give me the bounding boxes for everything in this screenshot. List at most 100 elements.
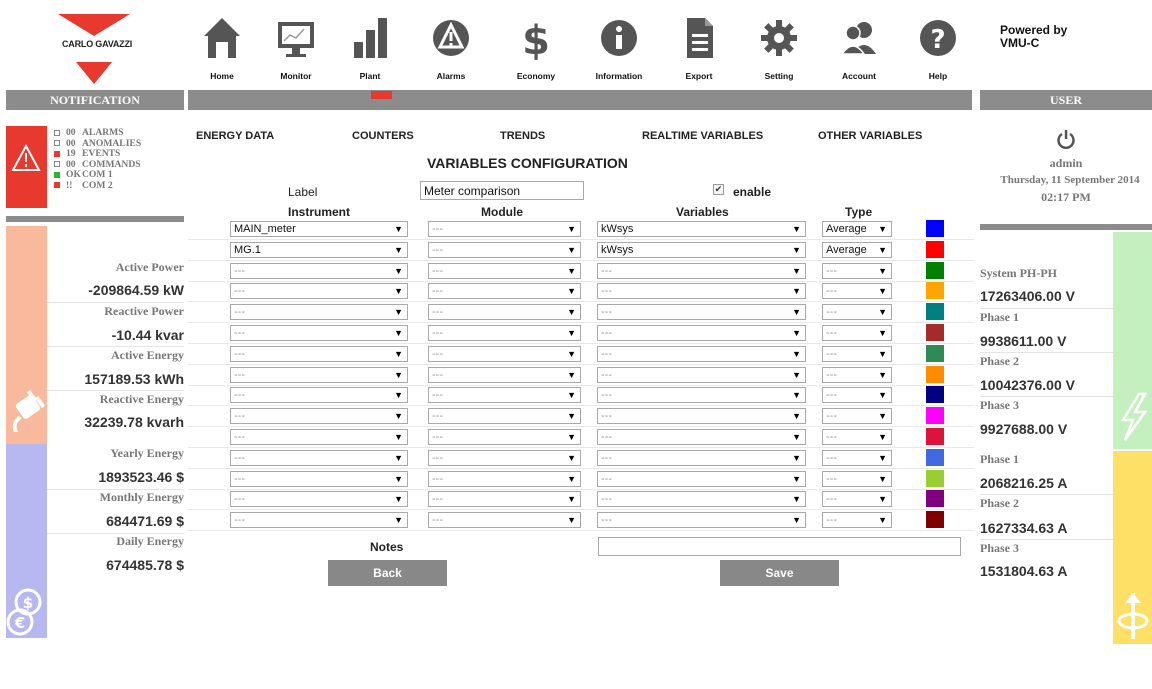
notification-label[interactable]: ALARMS: [82, 127, 124, 138]
instrument-select[interactable]: --- ▼: [230, 450, 408, 466]
variable-select[interactable]: --- ▼: [597, 491, 806, 507]
type-select[interactable]: --- ▼: [822, 471, 892, 487]
nav-plant[interactable]: Plant: [340, 10, 400, 86]
nav-account[interactable]: Account: [829, 10, 889, 86]
color-swatch[interactable]: [926, 220, 944, 237]
instrument-select[interactable]: --- ▼: [230, 471, 408, 487]
instrument-select[interactable]: --- ▼: [230, 263, 408, 279]
variable-select[interactable]: --- ▼: [597, 408, 806, 424]
instrument-select[interactable]: --- ▼: [230, 304, 408, 320]
type-select[interactable]: Average ▼: [822, 221, 892, 237]
back-button[interactable]: Back: [328, 560, 447, 586]
tab-realtime-variables[interactable]: REALTIME VARIABLES: [642, 130, 763, 142]
variable-select[interactable]: --- ▼: [597, 429, 806, 445]
nav-alarms[interactable]: Alarms: [421, 10, 481, 86]
module-select[interactable]: --- ▼: [428, 471, 581, 487]
module-select[interactable]: --- ▼: [428, 283, 581, 299]
menu-toggle-tab[interactable]: [371, 91, 392, 99]
module-select[interactable]: --- ▼: [428, 387, 581, 403]
instrument-select[interactable]: --- ▼: [230, 512, 408, 528]
variable-select[interactable]: --- ▼: [597, 450, 806, 466]
tab-trends[interactable]: TRENDS: [500, 130, 545, 142]
module-select[interactable]: --- ▼: [428, 242, 581, 258]
nav-help[interactable]: ? Help: [908, 10, 968, 86]
color-swatch[interactable]: [926, 407, 944, 424]
type-select[interactable]: --- ▼: [822, 450, 892, 466]
nav-economy[interactable]: $ Economy: [506, 10, 566, 86]
type-select[interactable]: Average ▼: [822, 242, 892, 258]
variable-select[interactable]: --- ▼: [597, 387, 806, 403]
type-select[interactable]: --- ▼: [822, 367, 892, 383]
module-select[interactable]: --- ▼: [428, 512, 581, 528]
nav-monitor[interactable]: Monitor: [266, 10, 326, 86]
instrument-select[interactable]: --- ▼: [230, 325, 408, 341]
nav-information[interactable]: Information: [589, 10, 649, 86]
module-select[interactable]: --- ▼: [428, 263, 581, 279]
instrument-select[interactable]: --- ▼: [230, 346, 408, 362]
power-icon[interactable]: [1056, 129, 1076, 149]
module-select[interactable]: --- ▼: [428, 304, 581, 320]
instrument-select[interactable]: --- ▼: [230, 367, 408, 383]
type-select[interactable]: --- ▼: [822, 304, 892, 320]
variable-select[interactable]: --- ▼: [597, 283, 806, 299]
variable-select[interactable]: --- ▼: [597, 304, 806, 320]
color-swatch[interactable]: [926, 511, 944, 528]
color-swatch[interactable]: [926, 386, 944, 403]
tab-other-variables[interactable]: OTHER VARIABLES: [818, 130, 922, 142]
module-select[interactable]: --- ▼: [428, 346, 581, 362]
variable-select[interactable]: --- ▼: [597, 367, 806, 383]
enable-checkbox[interactable]: ✔: [713, 184, 724, 195]
color-swatch[interactable]: [926, 282, 944, 299]
type-select[interactable]: --- ▼: [822, 408, 892, 424]
instrument-select[interactable]: --- ▼: [230, 387, 408, 403]
notification-label[interactable]: EVENTS: [82, 148, 120, 159]
type-select[interactable]: --- ▼: [822, 283, 892, 299]
nav-export[interactable]: Export: [669, 10, 729, 86]
color-swatch[interactable]: [926, 470, 944, 487]
type-select[interactable]: --- ▼: [822, 387, 892, 403]
tab-counters[interactable]: COUNTERS: [352, 130, 414, 142]
type-select[interactable]: --- ▼: [822, 491, 892, 507]
instrument-select[interactable]: --- ▼: [230, 429, 408, 445]
color-swatch[interactable]: [926, 262, 944, 279]
color-swatch[interactable]: [926, 428, 944, 445]
instrument-select[interactable]: --- ▼: [230, 491, 408, 507]
color-swatch[interactable]: [926, 345, 944, 362]
module-select[interactable]: --- ▼: [428, 325, 581, 341]
color-swatch[interactable]: [926, 449, 944, 466]
type-select[interactable]: --- ▼: [822, 263, 892, 279]
tab-energy-data[interactable]: ENERGY DATA: [196, 130, 274, 142]
type-select[interactable]: --- ▼: [822, 325, 892, 341]
color-swatch[interactable]: [926, 303, 944, 320]
variable-select[interactable]: --- ▼: [597, 471, 806, 487]
color-swatch[interactable]: [926, 490, 944, 507]
notification-label[interactable]: COM 2: [82, 180, 113, 191]
instrument-select[interactable]: --- ▼: [230, 283, 408, 299]
type-select[interactable]: --- ▼: [822, 346, 892, 362]
module-select[interactable]: --- ▼: [428, 450, 581, 466]
label-input[interactable]: [420, 181, 584, 200]
variable-select[interactable]: kWsys ▼: [597, 221, 806, 237]
module-select[interactable]: --- ▼: [428, 429, 581, 445]
type-select[interactable]: --- ▼: [822, 429, 892, 445]
color-swatch[interactable]: [926, 241, 944, 258]
module-select[interactable]: --- ▼: [428, 367, 581, 383]
type-select[interactable]: --- ▼: [822, 512, 892, 528]
notification-label[interactable]: COM 1: [82, 169, 113, 180]
instrument-select[interactable]: --- ▼: [230, 408, 408, 424]
variable-select[interactable]: kWsys ▼: [597, 242, 806, 258]
variable-select[interactable]: --- ▼: [597, 346, 806, 362]
instrument-select[interactable]: MG.1 ▼: [230, 242, 408, 258]
variable-select[interactable]: --- ▼: [597, 325, 806, 341]
notes-input[interactable]: [598, 537, 961, 556]
module-select[interactable]: --- ▼: [428, 221, 581, 237]
nav-setting[interactable]: Setting: [749, 10, 809, 86]
instrument-select[interactable]: MAIN_meter ▼: [230, 221, 408, 237]
color-swatch[interactable]: [926, 366, 944, 383]
module-select[interactable]: --- ▼: [428, 408, 581, 424]
color-swatch[interactable]: [926, 324, 944, 341]
module-select[interactable]: --- ▼: [428, 491, 581, 507]
nav-home[interactable]: Home: [192, 10, 252, 86]
save-button[interactable]: Save: [720, 560, 839, 586]
variable-select[interactable]: --- ▼: [597, 512, 806, 528]
